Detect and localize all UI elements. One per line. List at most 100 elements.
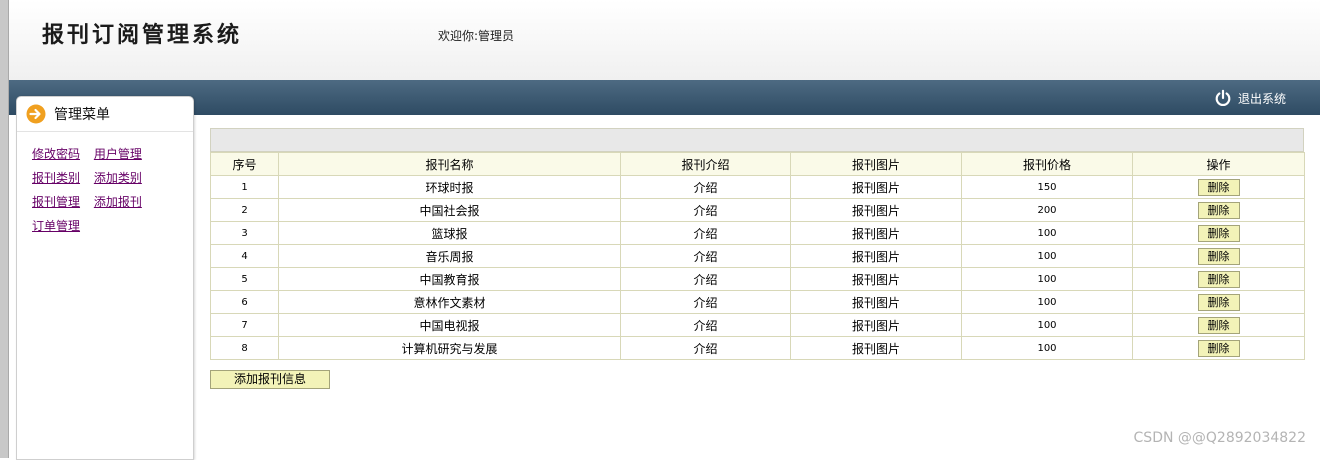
cell-image-link[interactable]: 报刊图片 [790,198,962,222]
cell-intro-link[interactable]: 介绍 [620,221,791,245]
cell-image-link[interactable]: 报刊图片 [790,221,962,245]
menu-row: 订单管理 [32,217,152,241]
sidebar-title: 管理菜单 [54,107,110,123]
app-title: 报刊订阅管理系统 [42,22,243,48]
table-row: 6 意林作文素材 介绍 报刊图片 100 删除 [210,290,1305,314]
menu-link-add-category[interactable]: 添加类别 [94,171,142,185]
table-caption-bar [210,128,1304,152]
menu-row: 报刊管理 添加报刊 [32,193,152,217]
cell-price: 100 [961,290,1133,314]
sidebar-header: 管理菜单 [17,97,193,132]
cell-price: 100 [961,221,1133,245]
column-header: 报刊介绍 [620,152,791,176]
column-header: 报刊价格 [961,152,1133,176]
logout-button[interactable]: 退出系统 [1214,89,1286,107]
cell-actions: 删除 [1132,336,1305,360]
cell-id: 1 [210,175,279,199]
cell-name: 音乐周报 [278,244,621,268]
cell-actions: 删除 [1132,221,1305,245]
cell-actions: 删除 [1132,175,1305,199]
cell-id: 2 [210,198,279,222]
cell-intro-link[interactable]: 介绍 [620,175,791,199]
cell-name: 中国电视报 [278,313,621,337]
cell-name: 篮球报 [278,221,621,245]
table-row: 3 篮球报 介绍 报刊图片 100 删除 [210,221,1305,245]
window-left-edge [0,0,9,458]
menu-link-categories[interactable]: 报刊类别 [32,171,80,185]
table-row: 1 环球时报 介绍 报刊图片 150 删除 [210,175,1305,199]
cell-intro-link[interactable]: 介绍 [620,244,791,268]
menu-link-change-password[interactable]: 修改密码 [32,147,80,161]
cell-actions: 删除 [1132,313,1305,337]
cell-id: 4 [210,244,279,268]
delete-button[interactable]: 删除 [1197,224,1240,242]
cell-intro-link[interactable]: 介绍 [620,290,791,314]
cell-actions: 删除 [1132,290,1305,314]
cell-id: 5 [210,267,279,291]
cell-actions: 删除 [1132,244,1305,268]
table-row: 4 音乐周报 介绍 报刊图片 100 删除 [210,244,1305,268]
cell-image-link[interactable]: 报刊图片 [790,175,962,199]
cell-name: 意林作文素材 [278,290,621,314]
cell-intro-link[interactable]: 介绍 [620,336,791,360]
table-row: 8 计算机研究与发展 介绍 报刊图片 100 删除 [210,336,1305,360]
sidebar: 管理菜单 修改密码 用户管理 报刊类别 添加类别 报刊管理 添加报刊 订单管理 [16,96,194,460]
cell-image-link[interactable]: 报刊图片 [790,313,962,337]
column-header: 序号 [210,152,279,176]
delete-button[interactable]: 删除 [1197,293,1240,311]
cell-price: 150 [961,175,1133,199]
cell-price: 100 [961,313,1133,337]
column-header: 操作 [1132,152,1305,176]
cell-id: 7 [210,313,279,337]
cell-id: 3 [210,221,279,245]
watermark: CSDN @@Q2892034822 [1133,430,1306,446]
cell-id: 6 [210,290,279,314]
delete-button[interactable]: 删除 [1197,316,1240,334]
table-row: 5 中国教育报 介绍 报刊图片 100 删除 [210,267,1305,291]
column-header: 报刊图片 [790,152,962,176]
cell-image-link[interactable]: 报刊图片 [790,290,962,314]
power-icon [1215,89,1231,107]
cell-image-link[interactable]: 报刊图片 [790,244,962,268]
cell-price: 100 [961,336,1133,360]
cell-price: 100 [961,267,1133,291]
menu-link-user-management[interactable]: 用户管理 [94,147,142,161]
cell-price: 200 [961,198,1133,222]
menu-link-newspaper-management[interactable]: 报刊管理 [32,195,80,209]
cell-image-link[interactable]: 报刊图片 [790,267,962,291]
menu-link-order-management[interactable]: 订单管理 [32,219,80,233]
cell-actions: 删除 [1132,198,1305,222]
delete-button[interactable]: 删除 [1197,247,1240,265]
cell-name: 中国社会报 [278,198,621,222]
cell-price: 100 [961,244,1133,268]
cell-intro-link[interactable]: 介绍 [620,313,791,337]
delete-button[interactable]: 删除 [1197,270,1240,288]
welcome-text: 欢迎你:管理员 [438,29,515,43]
cell-actions: 删除 [1132,267,1305,291]
column-header: 报刊名称 [278,152,621,176]
cell-name: 中国教育报 [278,267,621,291]
main-content: 序号 报刊名称 报刊介绍 报刊图片 报刊价格 操作 1 环球时报 介绍 报刊图片 150… [210,128,1305,389]
page-header: 报刊订阅管理系统 欢迎你:管理员 [9,0,1320,80]
cell-intro-link[interactable]: 介绍 [620,198,791,222]
cell-name: 计算机研究与发展 [278,336,621,360]
delete-button[interactable]: 删除 [1197,201,1240,219]
menu-row: 报刊类别 添加类别 [32,169,152,193]
cell-id: 8 [210,336,279,360]
delete-button[interactable]: 删除 [1197,178,1240,196]
table-header-row: 序号 报刊名称 报刊介绍 报刊图片 报刊价格 操作 [210,152,1305,176]
table-row: 7 中国电视报 介绍 报刊图片 100 删除 [210,313,1305,337]
delete-button[interactable]: 删除 [1197,339,1240,357]
sidebar-menu: 修改密码 用户管理 报刊类别 添加类别 报刊管理 添加报刊 订单管理 [32,145,152,241]
menu-row: 修改密码 用户管理 [32,145,152,169]
top-navbar: 退出系统 [9,80,1320,115]
table-row: 2 中国社会报 介绍 报刊图片 200 删除 [210,198,1305,222]
arrow-right-circle-icon [26,104,46,124]
cell-intro-link[interactable]: 介绍 [620,267,791,291]
add-newspaper-button[interactable]: 添加报刊信息 [210,370,330,389]
menu-link-add-newspaper[interactable]: 添加报刊 [94,195,142,209]
logout-label: 退出系统 [1237,91,1286,106]
cell-image-link[interactable]: 报刊图片 [790,336,962,360]
cell-name: 环球时报 [278,175,621,199]
newspaper-table: 序号 报刊名称 报刊介绍 报刊图片 报刊价格 操作 1 环球时报 介绍 报刊图片 150… [210,152,1305,360]
